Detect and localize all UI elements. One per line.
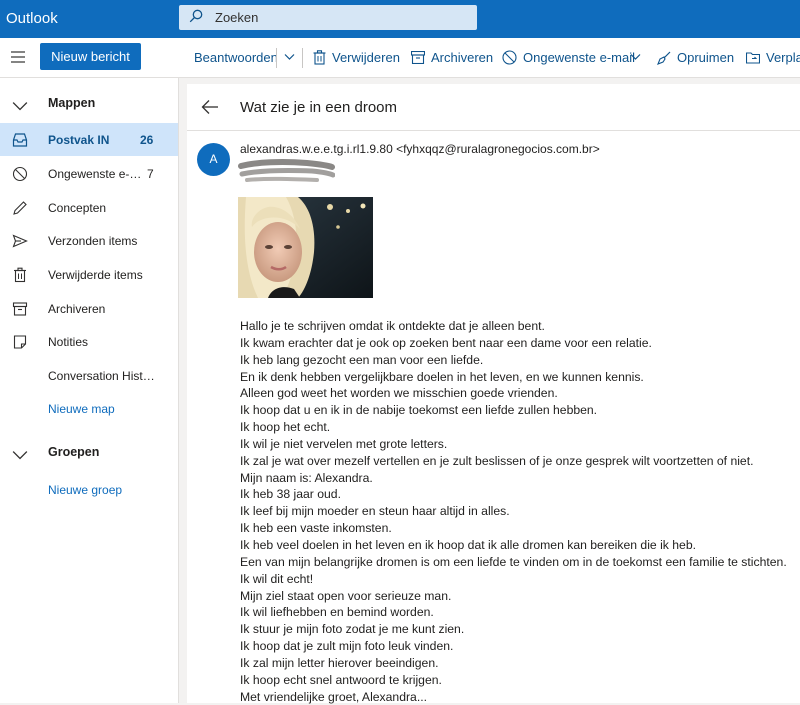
move-label: Verpla: [766, 50, 800, 65]
subject-bar: Wat zie je in een droom: [187, 84, 800, 131]
body-line: Ik kwam erachter dat je ook op zoeken be…: [240, 335, 652, 350]
chevron-down-icon: [12, 451, 28, 460]
sidebar-item-deleted[interactable]: Verwijderde items: [0, 258, 178, 291]
sidebar-item-label: Postvak IN: [48, 133, 110, 147]
sidebar-item-inbox[interactable]: Postvak IN 26: [0, 123, 178, 156]
reply-label: Beantwoorden: [194, 50, 278, 65]
message-body: Hallo je te schrijven omdat ik ontdekte …: [240, 318, 800, 705]
chevron-down-icon[interactable]: [630, 53, 641, 61]
block-icon: [502, 50, 517, 65]
search-input[interactable]: [215, 5, 465, 30]
pencil-icon: [13, 201, 27, 215]
sidebar-item-label: Archiveren: [48, 302, 106, 316]
search-icon: [189, 9, 203, 23]
trash-icon: [14, 267, 26, 283]
app-title[interactable]: Outlook: [6, 10, 58, 27]
body-line: Ik wil liefhebben en bemind worden.: [240, 605, 434, 620]
sender-photo: [238, 197, 373, 298]
body-line: Ik zal mijn letter hierover beeindigen.: [240, 655, 439, 670]
new-group-label: Nieuwe groep: [48, 483, 123, 497]
delete-button[interactable]: Verwijderen: [313, 50, 400, 65]
folders-header[interactable]: Mappen: [0, 86, 178, 119]
new-message-button[interactable]: Nieuw bericht: [40, 43, 141, 70]
body-line: En ik denk hebben vergelijkbare doelen i…: [240, 369, 644, 384]
new-group-link[interactable]: Nieuwe groep: [0, 473, 178, 506]
archive-label: Archiveren: [431, 50, 494, 65]
body-line: Ik hoop dat je zult mijn foto leuk vinde…: [240, 639, 454, 654]
note-icon: [13, 335, 27, 349]
body-line: Ik heb een vaste inkomsten.: [240, 521, 392, 536]
junk-icon: [12, 166, 28, 182]
message-subject: Wat zie je in een droom: [240, 99, 398, 116]
body-line: Ik heb 38 jaar oud.: [240, 487, 341, 502]
chevron-down-icon: [12, 102, 28, 111]
body-line: Ik hoop het echt.: [240, 420, 331, 435]
body-line: Mijn ziel staat open voor serieuze man.: [240, 588, 452, 603]
body-line: Ik leef bij mijn moeder en steun haar al…: [240, 504, 510, 519]
body-line: Ik heb lang gezocht een man voor een lie…: [240, 352, 484, 367]
sidebar-item-label: Verzonden items: [48, 234, 138, 248]
reading-pane: Wat zie je in een droom A alexandras.w.e…: [187, 84, 800, 705]
sidebar-item-archive[interactable]: Archiveren: [0, 292, 178, 325]
body-line: Ik zal je wat over mezelf vertellen en j…: [240, 453, 754, 468]
body-line: Alleen god weet het worden we misschien …: [240, 386, 558, 401]
sweep-label: Opruimen: [677, 50, 735, 65]
archive-button[interactable]: Archiveren: [411, 50, 493, 65]
body-line: Hallo je te schrijven omdat ik ontdekte …: [240, 319, 545, 333]
move-button[interactable]: Verpla: [746, 50, 800, 65]
groups-header-label: Groepen: [48, 445, 100, 459]
new-folder-link[interactable]: Nieuwe map: [0, 392, 178, 425]
body-line: Ik hoop echt snel antwoord te krijgen.: [240, 672, 442, 687]
sweep-button[interactable]: Opruimen: [657, 50, 734, 65]
sidebar-item-label: Notities: [48, 335, 89, 349]
sidebar-item-drafts[interactable]: Concepten: [0, 191, 178, 224]
new-folder-label: Nieuwe map: [48, 402, 115, 416]
search-box[interactable]: [179, 5, 477, 30]
sidebar-item-label: Conversation Hist…: [48, 369, 155, 383]
body-line: Ik wil je niet vervelen met grote letter…: [240, 436, 448, 451]
junk-label: Ongewenste e-mail: [523, 50, 635, 65]
sender-avatar[interactable]: A: [197, 143, 230, 176]
body-line: Een van mijn belangrijke dromen is om ee…: [240, 554, 787, 569]
groups-header[interactable]: Groepen: [0, 435, 178, 468]
sidebar-item-junk[interactable]: Ongewenste e-… 7: [0, 157, 178, 190]
sidebar-item-label: Ongewenste e-…: [48, 167, 142, 181]
inbox-icon: [12, 133, 28, 147]
command-bar: Nieuw bericht Beantwoorden Verwijderen A…: [0, 38, 800, 78]
reply-button[interactable]: Beantwoorden: [194, 50, 278, 65]
body-line: Ik stuur je mijn foto zodat je me kunt z…: [240, 622, 465, 637]
send-icon: [12, 234, 28, 248]
folders-header-label: Mappen: [48, 96, 96, 110]
folder-pane: Mappen Postvak IN 26 Ongewenste e-… 7 Co…: [0, 78, 179, 703]
redaction-scribble: [238, 159, 335, 182]
sender-address[interactable]: alexandras.w.e.e.tg.i.rl1.9.80 <fyhxqqz@…: [240, 142, 600, 156]
unread-count: 26: [140, 133, 154, 147]
body-line: Mijn naam is: Alexandra.: [240, 470, 373, 485]
divider: [302, 48, 303, 68]
body-line: Ik heb veel doelen in het leven en ik ho…: [240, 537, 696, 552]
hamburger-menu-icon[interactable]: [11, 51, 25, 63]
body-line: Ik wil dit echt!: [240, 571, 314, 586]
archive-icon: [411, 51, 425, 64]
back-arrow-icon[interactable]: [201, 99, 219, 115]
delete-label: Verwijderen: [332, 50, 400, 65]
top-bar: Outlook: [0, 0, 800, 38]
trash-icon: [313, 50, 326, 65]
chevron-down-icon[interactable]: [284, 53, 295, 61]
sidebar-item-sent[interactable]: Verzonden items: [0, 224, 178, 257]
sidebar-item-notes[interactable]: Notities: [0, 325, 178, 358]
broom-icon: [657, 51, 671, 65]
archive-icon: [12, 302, 28, 316]
unread-count: 7: [147, 167, 154, 181]
sidebar-item-label: Concepten: [48, 201, 107, 215]
sidebar-item-conversation-history[interactable]: Conversation Hist…: [0, 359, 178, 392]
divider: [276, 48, 277, 68]
junk-button[interactable]: Ongewenste e-mail: [502, 50, 635, 65]
sidebar-item-label: Verwijderde items: [48, 268, 143, 282]
body-line: Ik hoop dat u en ik in de nabije toekoms…: [240, 403, 598, 418]
move-to-folder-icon: [746, 52, 760, 64]
